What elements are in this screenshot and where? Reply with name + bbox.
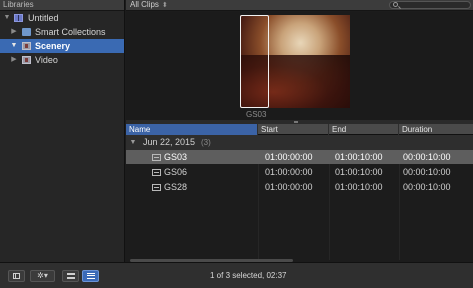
column-header-end[interactable]: End (329, 124, 399, 135)
search-field[interactable] (389, 1, 471, 9)
folder-icon (22, 28, 31, 36)
sidebar-item-scenery[interactable]: ▼ Scenery (0, 39, 124, 53)
disclosure-closed-icon[interactable]: ▶ (10, 25, 18, 39)
show-libraries-button[interactable] (8, 270, 25, 282)
sidebar-item-label: Scenery (35, 41, 71, 51)
clip-name: GS03 (164, 152, 188, 162)
table-row[interactable]: GS03 01:00:00:00 01:00:10:00 00:00:10:00 (126, 150, 473, 164)
clip-start: 01:00:00:00 (265, 182, 313, 192)
list-icon (87, 273, 95, 279)
clip-start: 01:00:00:00 (265, 152, 313, 162)
search-icon (393, 2, 398, 7)
skimmer-selection-range[interactable] (240, 15, 269, 108)
sidebar-toggle-icon (13, 273, 20, 279)
clip-end: 01:00:10:00 (335, 152, 383, 162)
table-row[interactable]: GS28 01:00:00:00 01:00:10:00 00:00:10:00 (126, 180, 473, 194)
popup-arrows-icon: ⬍ (161, 2, 168, 9)
clip-list: ▼ Jun 22, 2015 (3) GS03 01:00:00:00 01:0… (126, 135, 473, 260)
clip-name: GS06 (164, 167, 188, 177)
browser-bottom-bar: ✲▾ 1 of 3 selected, 02:37 (0, 262, 473, 288)
event-icon (22, 42, 31, 50)
table-row[interactable]: GS06 01:00:00:00 01:00:10:00 00:00:10:00 (126, 165, 473, 179)
clip-icon (152, 184, 161, 191)
sidebar-item-label: Video (35, 55, 58, 65)
gear-icon: ✲ (37, 271, 44, 280)
clips-filter-label: All Clips (130, 0, 159, 9)
thumbnail-label: GS03 (246, 110, 267, 119)
clip-name: GS28 (164, 182, 188, 192)
column-header-start[interactable]: Start (258, 124, 329, 135)
clip-duration: 00:00:10:00 (403, 167, 451, 177)
disclosure-open-icon[interactable]: ▼ (3, 11, 11, 25)
sidebar-item-label: Smart Collections (35, 27, 106, 37)
group-count: (3) (201, 138, 211, 147)
chevron-down-icon: ▾ (43, 271, 48, 280)
clip-duration: 00:00:10:00 (403, 152, 451, 162)
action-menu-button[interactable]: ✲▾ (30, 270, 55, 282)
disclosure-open-icon[interactable]: ▼ (10, 39, 18, 53)
list-view-button[interactable] (82, 270, 99, 282)
sidebar-item-smart-collections[interactable]: ▶ Smart Collections (0, 25, 124, 39)
sidebar-item-video[interactable]: ▶ Video (0, 53, 124, 67)
clip-end: 01:00:10:00 (335, 167, 383, 177)
filmstrip-view-button[interactable] (62, 270, 79, 282)
libraries-sidebar: Libraries ▼ Untitled ▶ Smart Collections… (0, 0, 125, 262)
column-header-name[interactable]: Name (126, 124, 258, 135)
group-date: Jun 22, 2015 (143, 137, 196, 147)
clip-end: 01:00:10:00 (335, 182, 383, 192)
filmstrip-icon (67, 273, 75, 279)
sidebar-item-label: Untitled (28, 13, 59, 23)
clip-icon (152, 169, 161, 176)
sidebar-item-untitled[interactable]: ▼ Untitled (0, 11, 124, 25)
clips-filter-popup[interactable]: All Clips ⬍ (130, 0, 168, 11)
event-icon (22, 56, 31, 64)
list-column-header: Name Start End Duration (126, 124, 473, 135)
selection-status: 1 of 3 selected, 02:37 (210, 271, 287, 280)
fcp-browser-window: Libraries ▼ Untitled ▶ Smart Collections… (0, 0, 473, 288)
clip-duration: 00:00:10:00 (403, 182, 451, 192)
date-group-row[interactable]: ▼ Jun 22, 2015 (3) (126, 135, 473, 150)
filmstrip-area: GS03 (126, 12, 473, 120)
library-icon (14, 14, 23, 22)
disclosure-open-icon[interactable]: ▼ (129, 135, 137, 150)
column-header-duration[interactable]: Duration (399, 124, 473, 135)
disclosure-closed-icon[interactable]: ▶ (10, 53, 18, 67)
libraries-header: Libraries (0, 0, 124, 11)
browser-toolbar: All Clips ⬍ (126, 0, 473, 11)
clip-start: 01:00:00:00 (265, 167, 313, 177)
clip-icon (152, 154, 161, 161)
